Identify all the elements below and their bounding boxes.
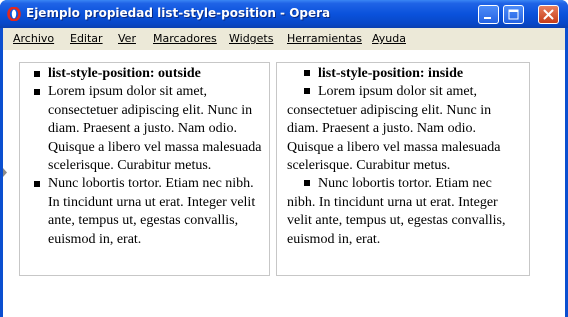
minimize-icon — [484, 17, 491, 19]
list-item-text: Lorem ipsum dolor sit amet, consectetuer… — [287, 84, 501, 174]
list-item: list-style-position: outside — [34, 65, 263, 83]
list-item: Nunc lobortis tortor. Etiam nec nibh. In… — [34, 175, 263, 249]
maximize-button[interactable] — [503, 5, 524, 24]
list-item-heading: list-style-position: outside — [48, 66, 201, 81]
menu-ayuda[interactable]: Ayuda — [372, 32, 406, 45]
menu-herramientas[interactable]: Herramientas — [287, 32, 362, 45]
list-item: Lorem ipsum dolor sit amet, consectetuer… — [34, 83, 263, 175]
list-item: list-style-position: inside — [287, 65, 523, 83]
close-button[interactable] — [538, 5, 559, 24]
square-bullet — [34, 89, 40, 96]
inside-list: list-style-position: inside Lorem ipsum … — [277, 63, 529, 249]
list-item-text: Nunc lobortis tortor. Etiam nec nibh. In… — [287, 176, 506, 247]
menu-archivo[interactable]: Archivo — [13, 32, 54, 45]
panel-toggle-arrow-icon[interactable] — [3, 168, 8, 177]
list-item: Lorem ipsum dolor sit amet, consectetuer… — [287, 83, 523, 175]
list-item-heading: list-style-position: inside — [318, 66, 464, 81]
maximize-icon — [508, 9, 519, 20]
square-bullet — [34, 71, 40, 77]
outside-list: list-style-position: outside Lorem ipsum… — [20, 63, 269, 249]
square-bullet — [304, 69, 310, 76]
menu-bar: Archivo Editar Ver Marcadores Widgets He… — [3, 28, 565, 50]
minimize-button[interactable] — [478, 5, 499, 24]
close-icon — [543, 9, 554, 20]
window-title: Ejemplo propiedad list-style-position - … — [26, 6, 331, 20]
inside-list-box: list-style-position: inside Lorem ipsum … — [276, 62, 530, 276]
menu-editar[interactable]: Editar — [70, 32, 103, 45]
square-bullet — [34, 181, 40, 188]
square-bullet — [304, 88, 310, 95]
square-bullet — [304, 180, 310, 187]
window-client-area: Archivo Editar Ver Marcadores Widgets He… — [3, 28, 565, 317]
opera-window: Ejemplo propiedad list-style-position - … — [0, 0, 568, 317]
outside-list-box: list-style-position: outside Lorem ipsum… — [19, 62, 270, 276]
menu-ver[interactable]: Ver — [118, 32, 136, 45]
menu-marcadores[interactable]: Marcadores — [153, 32, 217, 45]
opera-logo-icon — [7, 7, 21, 21]
list-item-text: Nunc lobortis tortor. Etiam nec nibh. In… — [48, 176, 256, 247]
list-item: Nunc lobortis tortor. Etiam nec nibh. In… — [287, 175, 523, 249]
list-item-text: Lorem ipsum dolor sit amet, consectetuer… — [48, 84, 262, 174]
title-bar[interactable]: Ejemplo propiedad list-style-position - … — [0, 0, 568, 28]
menu-widgets[interactable]: Widgets — [229, 32, 273, 45]
page-viewport: list-style-position: outside Lorem ipsum… — [3, 50, 565, 317]
